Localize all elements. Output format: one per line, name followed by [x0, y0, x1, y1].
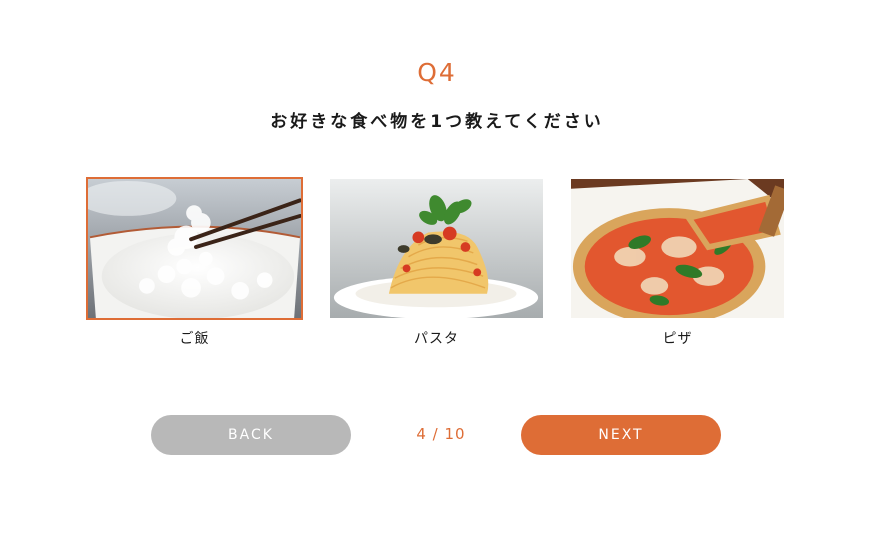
question-number: Q4 [417, 58, 457, 87]
rice-bowl-photo [86, 177, 303, 320]
back-button[interactable]: BACK [151, 415, 351, 455]
option-pizza[interactable]: ピザ [569, 177, 786, 348]
pizza-photo [569, 177, 786, 320]
option-label: ピザ [662, 331, 693, 347]
option-pasta[interactable]: パスタ [328, 177, 545, 348]
question-text: お好きな食べ物を1つ教えてください [270, 112, 604, 132]
next-button[interactable]: NEXT [521, 415, 721, 455]
option-label: ご飯 [179, 331, 210, 347]
progress-indicator: 4 / 10 [416, 425, 466, 443]
pasta-photo [328, 177, 545, 320]
option-rice[interactable]: ご飯 [86, 177, 303, 348]
option-label: パスタ [414, 331, 459, 347]
